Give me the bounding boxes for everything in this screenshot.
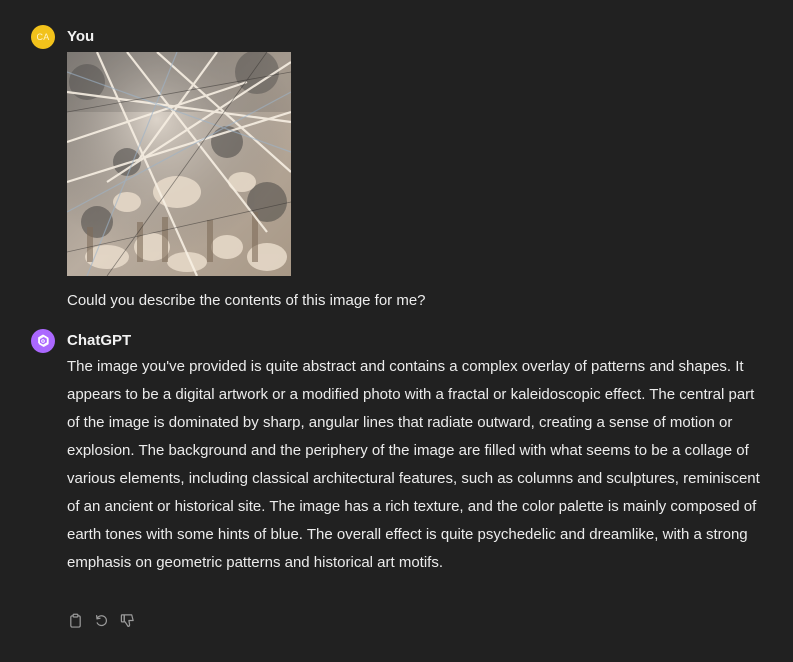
user-author-name: You	[67, 28, 95, 45]
assistant-message-text: The image you've provided is quite abstr…	[67, 358, 760, 571]
assistant-message-body: The image you've provided is quite abstr…	[67, 356, 762, 577]
attached-image[interactable]	[67, 52, 291, 276]
user-message-body: Could you describe the contents of this …	[67, 52, 762, 312]
message-actions	[67, 612, 135, 628]
assistant-avatar	[31, 329, 55, 353]
thumbs-down-button[interactable]	[119, 612, 135, 628]
copy-button[interactable]	[67, 612, 83, 628]
thumbs-down-icon	[120, 613, 134, 627]
regenerate-icon	[95, 614, 107, 626]
openai-logo-icon	[38, 334, 49, 347]
copy-icon	[69, 613, 81, 628]
regenerate-button[interactable]	[93, 612, 109, 628]
user-avatar-initials: CA	[36, 32, 50, 42]
assistant-author-name: ChatGPT	[67, 332, 132, 349]
user-message-text: Could you describe the contents of this …	[67, 292, 426, 309]
user-avatar: CA	[31, 25, 55, 49]
